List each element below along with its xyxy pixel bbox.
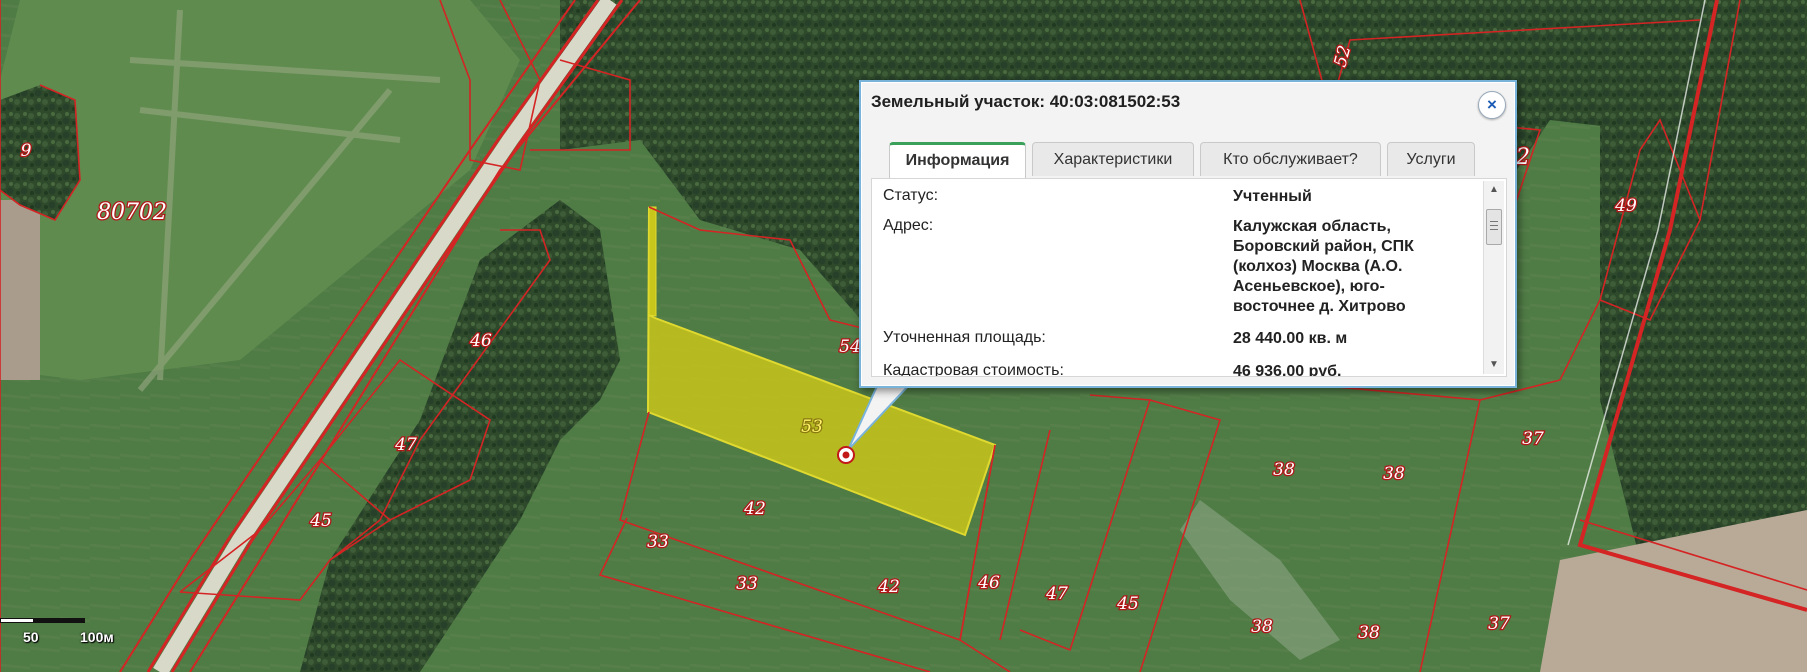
forest-area-right (1600, 20, 1807, 600)
parcel-info-popup: Земельный участок: 40:03:081502:53 × Инф… (859, 80, 1517, 388)
scale-segment (33, 618, 85, 623)
tab-services[interactable]: Услуги (1387, 142, 1475, 176)
parcel-label-45b: 45 (1116, 594, 1139, 614)
parcel-label-38c: 38 (1251, 617, 1273, 637)
info-value: Учтенный (1233, 188, 1312, 205)
parcel-label-53: 53 (801, 417, 823, 437)
info-label: Кадастровая стоимость: (883, 362, 1064, 377)
parcel-label-54: 54 (839, 337, 861, 357)
parcel-label-38b: 38 (1383, 464, 1405, 484)
scale-segment (0, 618, 34, 623)
tab-information[interactable]: Информация (889, 142, 1026, 178)
arrow-up-icon[interactable]: ▲ (1484, 181, 1504, 199)
parcel-label-80702: 80702 (97, 200, 167, 225)
selected-parcel-53-strip (648, 206, 657, 317)
parcel-label-33b: 33 (736, 574, 758, 594)
parcel-label-42: 42 (743, 499, 766, 519)
parcel-label-42b: 42 (877, 577, 900, 597)
info-value: Калужская область, Боровский район, СПК … (1233, 218, 1414, 315)
info-label: Статус: (883, 187, 939, 204)
info-label: Уточненная площадь: (883, 329, 1046, 346)
close-icon[interactable]: × (1478, 91, 1506, 119)
parcel-label-45: 45 (309, 511, 332, 531)
parcel-label-33: 33 (647, 532, 669, 552)
parcel-label-47: 47 (394, 435, 417, 455)
parcel-label-37: 37 (1522, 429, 1544, 449)
parcel-label-49: 49 (1614, 196, 1637, 216)
tab-who-serves[interactable]: Кто обслуживает? (1200, 142, 1381, 176)
parcel-label-46: 46 (469, 331, 492, 351)
parcel-label-46b: 46 (977, 573, 1000, 593)
parcel-label-38: 38 (1273, 460, 1295, 480)
parcel-label-9: 9 (21, 141, 32, 161)
tab-characteristics[interactable]: Характеристики (1032, 142, 1194, 176)
info-value: 28 440.00 кв. м (1233, 330, 1348, 347)
scale-bar: 50 100м (0, 612, 114, 652)
bare-ground (0, 200, 40, 380)
parcel-label-38d: 38 (1358, 623, 1380, 643)
parcel-label-37b: 37 (1488, 614, 1510, 634)
popup-title: Земельный участок: 40:03:081502:53 (871, 92, 1181, 111)
parcel-label-2: 2 (1515, 145, 1530, 170)
arrow-down-icon[interactable]: ▼ (1484, 356, 1504, 374)
info-value: 46 936.00 руб. (1233, 363, 1342, 377)
scale-label: 50 (23, 629, 39, 645)
parcel-label-47b: 47 (1045, 584, 1068, 604)
info-panel[interactable]: Статус: Учтенный Адрес: Калужская област… (871, 178, 1507, 377)
scale-label: 100м (80, 629, 114, 645)
scrollbar[interactable]: ▲ ▼ (1483, 181, 1504, 374)
info-label: Адрес: (883, 217, 934, 234)
scrollbar-thumb[interactable] (1486, 209, 1502, 245)
location-marker-icon[interactable] (837, 446, 855, 464)
